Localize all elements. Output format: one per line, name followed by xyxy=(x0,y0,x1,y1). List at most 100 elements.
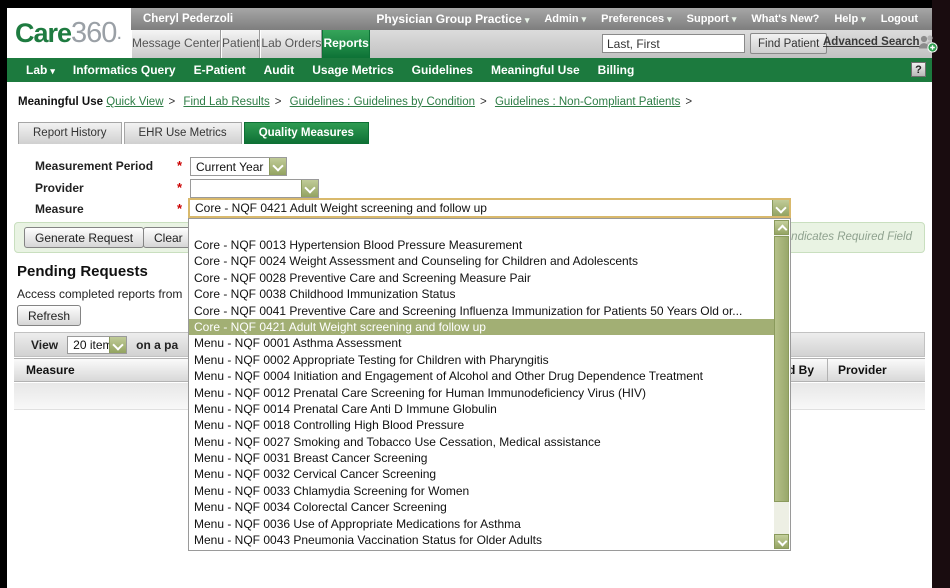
breadcrumb-link[interactable]: Quick View xyxy=(106,96,163,108)
chevron-down-icon: ▾ xyxy=(525,15,530,25)
topbar-menu-item[interactable]: Logout▾ xyxy=(881,13,918,25)
chevron-down-icon: ▾ xyxy=(861,14,866,24)
refresh-button[interactable]: Refresh xyxy=(17,305,81,326)
breadcrumb-separator: > xyxy=(480,96,487,108)
logo-360-text: 360 xyxy=(71,17,116,50)
dropdown-option[interactable]: Menu - NQF 0033 Chlamydia Screening for … xyxy=(189,483,774,499)
pending-requests-subtitle: Access completed reports from xyxy=(17,287,189,301)
pending-requests-title: Pending Requests xyxy=(17,263,148,280)
user-name: Cheryl Pederzoli xyxy=(131,13,233,25)
breadcrumb-link[interactable]: Find Lab Results xyxy=(183,96,269,108)
report-subtab[interactable]: Quality Measures xyxy=(244,122,369,144)
dropdown-option[interactable]: Menu - NQF 0004 Initiation and Engagemen… xyxy=(189,368,774,384)
nav-item[interactable]: Lab▾ xyxy=(17,63,64,77)
patient-search-input[interactable] xyxy=(602,34,745,53)
dropdown-option[interactable]: Menu - NQF 0031 Breast Cancer Screening xyxy=(189,450,774,466)
primary-tab[interactable]: Lab Orders xyxy=(260,30,322,58)
find-patient-button[interactable]: Find Patient xyxy=(750,33,827,54)
nav-item[interactable]: Usage Metrics▾ xyxy=(303,63,402,77)
dropdown-option[interactable]: Menu - NQF 0018 Controlling High Blood P… xyxy=(189,417,774,433)
topbar-menu-item[interactable]: What's New?▾ xyxy=(751,13,819,25)
measure-value: Core - NQF 0421 Adult Weight screening a… xyxy=(190,201,772,215)
breadcrumb-link[interactable]: Guidelines : Non-Compliant Patients xyxy=(495,96,680,108)
dropdown-option[interactable]: Menu - NQF 0032 Cervical Cancer Screenin… xyxy=(189,466,774,482)
measure-label: Measure xyxy=(35,200,84,218)
view-suffix-text: on a pa xyxy=(136,338,178,352)
chevron-down-icon: ▾ xyxy=(732,14,737,24)
table-header-provider[interactable]: Provider xyxy=(827,359,925,381)
report-subtab[interactable]: Report History xyxy=(18,122,122,144)
chevron-down-icon[interactable] xyxy=(109,337,126,353)
nav-item[interactable]: Informatics Query▾ xyxy=(64,63,185,77)
view-label: View xyxy=(31,338,58,352)
primary-tab[interactable]: Reports xyxy=(322,30,369,58)
nav-item[interactable]: Guidelines▾ xyxy=(403,63,482,77)
measurement-period-select[interactable]: Current Year xyxy=(190,157,287,176)
required-field-note: Indicates Required Field xyxy=(788,231,912,243)
nav-item[interactable]: Billing▾ xyxy=(589,63,644,77)
advanced-search-link[interactable]: Advanced Search xyxy=(823,36,920,48)
dropdown-option[interactable]: Core - NQF 0024 Weight Assessment and Co… xyxy=(189,253,774,269)
topbar-menu-item[interactable]: Preferences▾ xyxy=(601,13,672,25)
main-nav: ? Lab▾ Informatics Query▾ E-Patient▾ Aud… xyxy=(7,58,932,82)
screen: Care360. Cheryl Pederzoli Physician Grou… xyxy=(0,0,950,588)
dropdown-option[interactable]: Menu - NQF 0002 Appropriate Testing for … xyxy=(189,352,774,368)
topbar-menu-item[interactable]: Support▾ xyxy=(687,13,737,25)
measurement-period-label: Measurement Period xyxy=(35,157,153,175)
report-subtabs: Report History EHR Use Metrics Quality M… xyxy=(18,122,371,144)
nav-item[interactable]: Meaningful Use▾ xyxy=(482,63,589,77)
topbar: Cheryl Pederzoli Physician Group Practic… xyxy=(131,8,932,30)
primary-tab[interactable]: Patient xyxy=(221,30,260,58)
patient-search-icon[interactable] xyxy=(917,33,939,54)
provider-label: Provider xyxy=(35,179,84,197)
scroll-down-icon[interactable] xyxy=(774,534,789,549)
dropdown-option[interactable]: Core - NQF 0038 Childhood Immunization S… xyxy=(189,286,774,302)
clear-button[interactable]: Clear xyxy=(143,227,194,248)
dropdown-scrollbar[interactable] xyxy=(774,220,789,549)
breadcrumb-current: Meaningful Use xyxy=(18,96,103,108)
dropdown-option[interactable]: Menu - NQF 0001 Asthma Assessment xyxy=(189,335,774,351)
breadcrumb: Meaningful Use Quick View > Find Lab Resu… xyxy=(18,96,697,108)
screen-edge xyxy=(932,0,950,588)
dropdown-option[interactable]: Core - NQF 0028 Preventive Care and Scre… xyxy=(189,270,774,286)
dropdown-option[interactable]: Menu - NQF 0043 Pneumonia Vaccination St… xyxy=(189,532,774,548)
dropdown-option[interactable]: Core - NQF 0041 Preventive Care and Scre… xyxy=(189,303,774,319)
scroll-up-icon[interactable] xyxy=(774,220,789,235)
nav-item[interactable]: E-Patient▾ xyxy=(185,63,255,77)
dropdown-option[interactable]: Menu - NQF 0012 Prenatal Care Screening … xyxy=(189,385,774,401)
dropdown-option[interactable]: Menu - NQF 0014 Prenatal Care Anti D Imm… xyxy=(189,401,774,417)
dropdown-option[interactable]: Core - NQF 0013 Hypertension Blood Press… xyxy=(189,237,774,253)
scrollbar-thumb[interactable] xyxy=(774,236,789,502)
report-subtab[interactable]: EHR Use Metrics xyxy=(124,122,242,144)
nav-item[interactable]: Audit▾ xyxy=(255,63,304,77)
required-marker: * xyxy=(177,179,182,197)
logo-dot: . xyxy=(116,22,122,45)
required-marker: * xyxy=(177,157,182,175)
chevron-down-icon[interactable] xyxy=(269,158,286,175)
breadcrumb-link[interactable]: Guidelines : Guidelines by Condition xyxy=(290,96,475,108)
chevron-down-icon[interactable] xyxy=(301,180,318,197)
primary-tabs-bar: Message Center Patient Lab Orders Report… xyxy=(131,30,932,58)
dropdown-option[interactable]: Menu - NQF 0027 Smoking and Tobacco Use … xyxy=(189,434,774,450)
dropdown-option[interactable]: Menu - NQF 0034 Colorectal Cancer Screen… xyxy=(189,499,774,515)
measure-combobox[interactable]: Core - NQF 0421 Adult Weight screening a… xyxy=(188,198,791,218)
measure-options: Core - NQF 0013 Hypertension Blood Press… xyxy=(189,219,774,548)
chevron-down-icon[interactable] xyxy=(772,200,789,216)
primary-tab[interactable]: Message Center xyxy=(131,30,221,58)
breadcrumb-separator: > xyxy=(169,96,176,108)
app-window: Care360. Cheryl Pederzoli Physician Grou… xyxy=(7,8,932,588)
topbar-menu-item[interactable]: Physician Group Practice▾ xyxy=(376,12,529,26)
provider-select[interactable] xyxy=(190,179,319,198)
topbar-menu-item[interactable]: Admin▾ xyxy=(544,13,586,25)
chevron-down-icon: ▾ xyxy=(667,14,672,24)
help-icon[interactable]: ? xyxy=(911,62,926,77)
generate-request-button[interactable]: Generate Request xyxy=(24,227,144,248)
topbar-menu-item[interactable]: Help▾ xyxy=(834,13,865,25)
measure-dropdown-list: Core - NQF 0013 Hypertension Blood Press… xyxy=(188,218,791,551)
dropdown-option[interactable]: Menu - NQF 0036 Use of Appropriate Medic… xyxy=(189,516,774,532)
items-per-page-select[interactable]: 20 items xyxy=(67,336,127,354)
breadcrumb-separator: > xyxy=(685,96,692,108)
chevron-down-icon: ▾ xyxy=(582,14,587,24)
breadcrumb-separator: > xyxy=(275,96,282,108)
dropdown-option[interactable]: Core - NQF 0421 Adult Weight screening a… xyxy=(189,319,774,335)
